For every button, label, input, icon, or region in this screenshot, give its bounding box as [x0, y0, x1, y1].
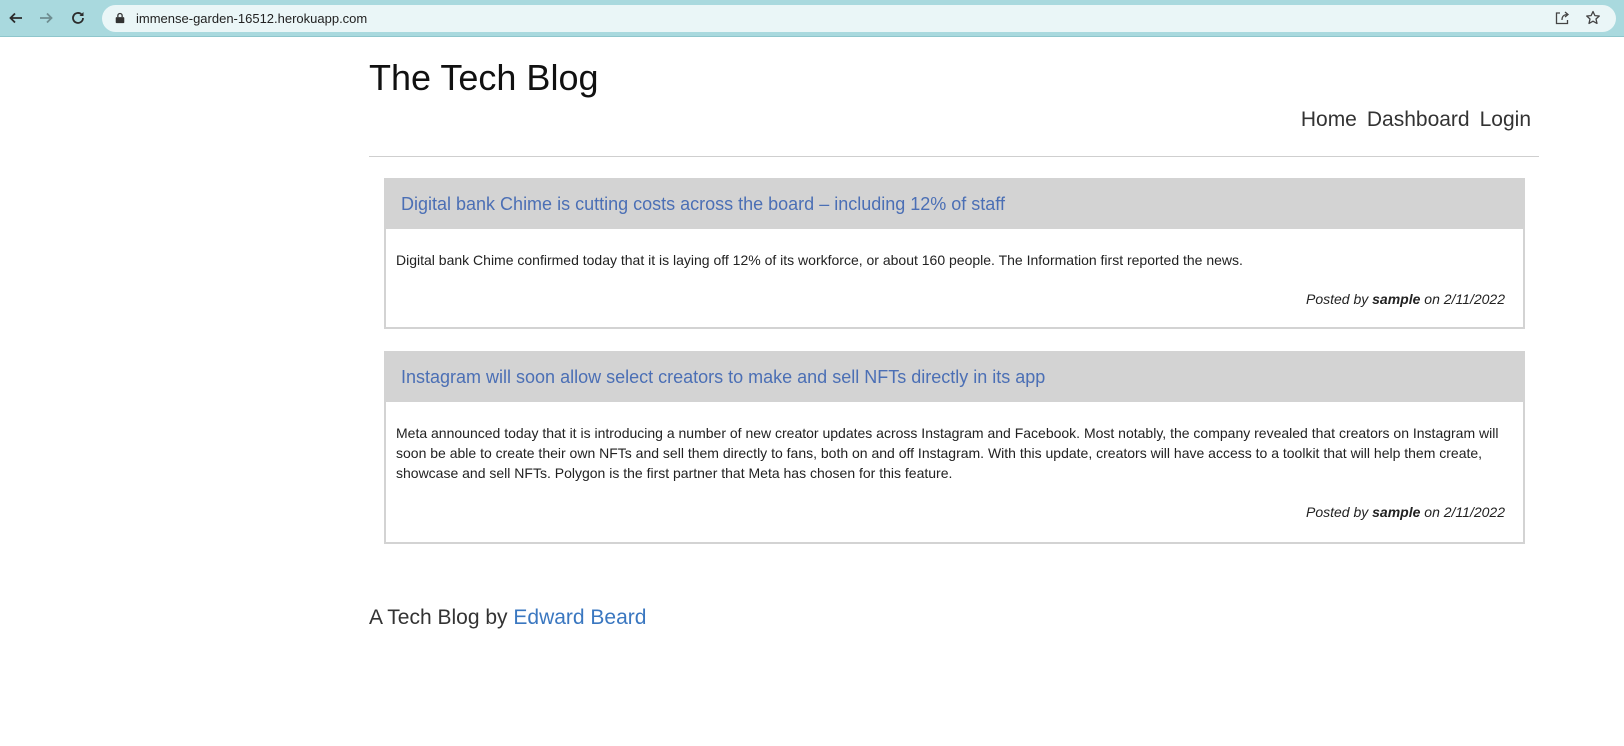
- url-text[interactable]: immense-garden-16512.herokuapp.com: [136, 11, 367, 26]
- post-title-link[interactable]: Digital bank Chime is cutting costs acro…: [401, 194, 1005, 214]
- nav-dashboard-link[interactable]: Dashboard: [1367, 108, 1470, 132]
- post-author: sample: [1372, 291, 1421, 307]
- post-body: Meta announced today that it is introduc…: [396, 425, 1499, 481]
- posted-by-label: Posted by: [1305, 291, 1369, 307]
- browser-toolbar: immense-garden-16512.herokuapp.com: [0, 0, 1624, 37]
- lock-icon: [114, 11, 128, 25]
- nav-home-link[interactable]: Home: [1301, 108, 1357, 132]
- forward-arrow-icon[interactable]: [34, 6, 58, 30]
- posted-by-label: Posted by: [1305, 504, 1369, 520]
- post-date: 2/11/2022: [1443, 504, 1505, 520]
- post-author: sample: [1372, 504, 1421, 520]
- on-label: on: [1424, 504, 1440, 520]
- nav-login-link[interactable]: Login: [1480, 108, 1531, 132]
- address-bar[interactable]: immense-garden-16512.herokuapp.com: [102, 5, 1616, 32]
- post-card: Digital bank Chime is cutting costs acro…: [384, 178, 1525, 329]
- page-footer: A Tech Blog by Edward Beard: [369, 606, 646, 630]
- star-bookmark-icon[interactable]: [1585, 10, 1601, 26]
- reload-icon[interactable]: [66, 6, 90, 30]
- footer-author-link[interactable]: Edward Beard: [513, 606, 646, 629]
- back-arrow-icon[interactable]: [4, 6, 28, 30]
- main-nav: Home Dashboard Login: [1301, 108, 1531, 132]
- site-title: The Tech Blog: [369, 57, 599, 98]
- post-meta: Posted by sample on 2/11/2022: [386, 291, 1523, 307]
- post-header: Digital bank Chime is cutting costs acro…: [386, 180, 1523, 229]
- post-body: Digital bank Chime confirmed today that …: [396, 252, 1243, 268]
- share-icon[interactable]: [1554, 10, 1570, 26]
- post-meta: Posted by sample on 2/11/2022: [386, 504, 1523, 520]
- post-date: 2/11/2022: [1443, 291, 1505, 307]
- footer-text: A Tech Blog by: [369, 606, 508, 629]
- post-header: Instagram will soon allow select creator…: [386, 353, 1523, 402]
- header-divider: [369, 156, 1539, 157]
- post-title-link[interactable]: Instagram will soon allow select creator…: [401, 367, 1045, 387]
- post-card: Instagram will soon allow select creator…: [384, 351, 1525, 544]
- on-label: on: [1424, 291, 1440, 307]
